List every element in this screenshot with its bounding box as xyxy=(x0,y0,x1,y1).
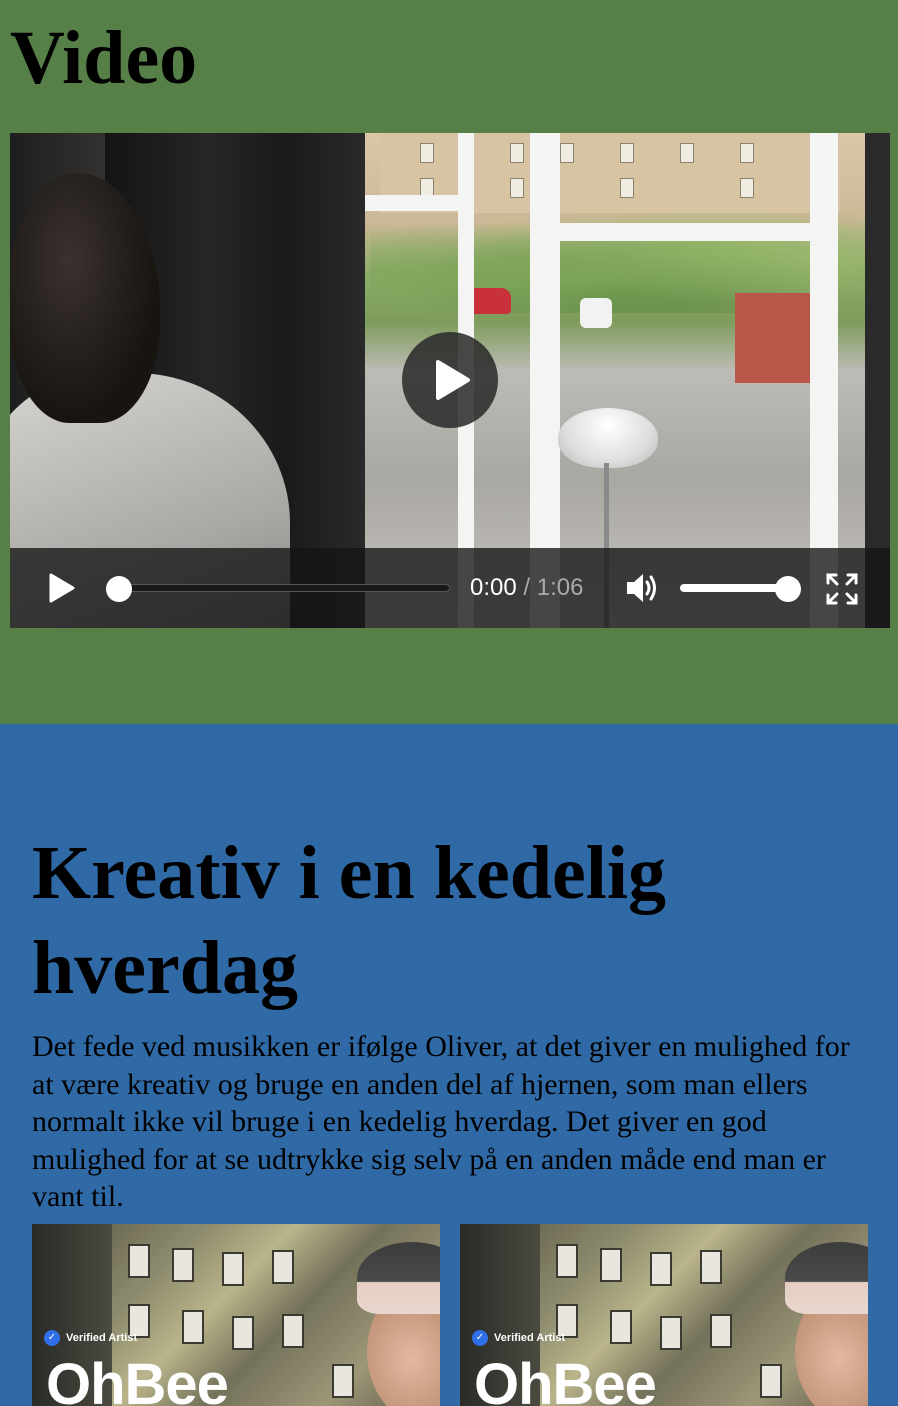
seek-handle[interactable] xyxy=(106,576,132,602)
video-player[interactable]: 0:00 / 1:06 xyxy=(10,133,890,628)
article-body: Det fede ved musikken er ifølge Oliver, … xyxy=(32,1030,850,1213)
artist-name: OhBee xyxy=(474,1352,657,1406)
verified-check-icon: ✓ xyxy=(44,1330,60,1346)
article-section: Kreativ i en kedelig hverdag Det fede ve… xyxy=(0,724,898,1406)
fullscreen-button[interactable] xyxy=(825,572,859,606)
fullscreen-icon xyxy=(826,573,858,605)
time-display: 0:00 / 1:06 xyxy=(470,574,583,602)
big-play-button[interactable] xyxy=(402,332,498,428)
verified-artist-label: ✓ Verified Artist xyxy=(472,1330,565,1346)
video-heading: Video xyxy=(10,16,198,100)
current-time: 0:00 xyxy=(470,574,517,601)
play-button[interactable] xyxy=(46,573,76,603)
verified-artist-label: ✓ Verified Artist xyxy=(44,1330,137,1346)
duration: 1:06 xyxy=(536,574,584,601)
mute-button[interactable] xyxy=(624,570,660,606)
video-controls: 0:00 / 1:06 xyxy=(10,548,890,628)
time-separator: / xyxy=(523,574,531,601)
play-icon xyxy=(49,573,75,603)
article-title: Kreativ i en kedelig hverdag xyxy=(32,831,666,1010)
artist-name: OhBee xyxy=(46,1352,229,1406)
volume-icon xyxy=(627,574,656,602)
seek-bar[interactable] xyxy=(108,584,450,592)
artist-image: ✓ Verified Artist OhBee xyxy=(32,1224,440,1406)
play-icon xyxy=(436,360,470,400)
video-section: Video 0:00 / 1:06 xyxy=(0,0,898,724)
volume-handle[interactable] xyxy=(775,576,801,602)
verified-check-icon: ✓ xyxy=(472,1330,488,1346)
artist-image: ✓ Verified Artist OhBee xyxy=(460,1224,868,1406)
